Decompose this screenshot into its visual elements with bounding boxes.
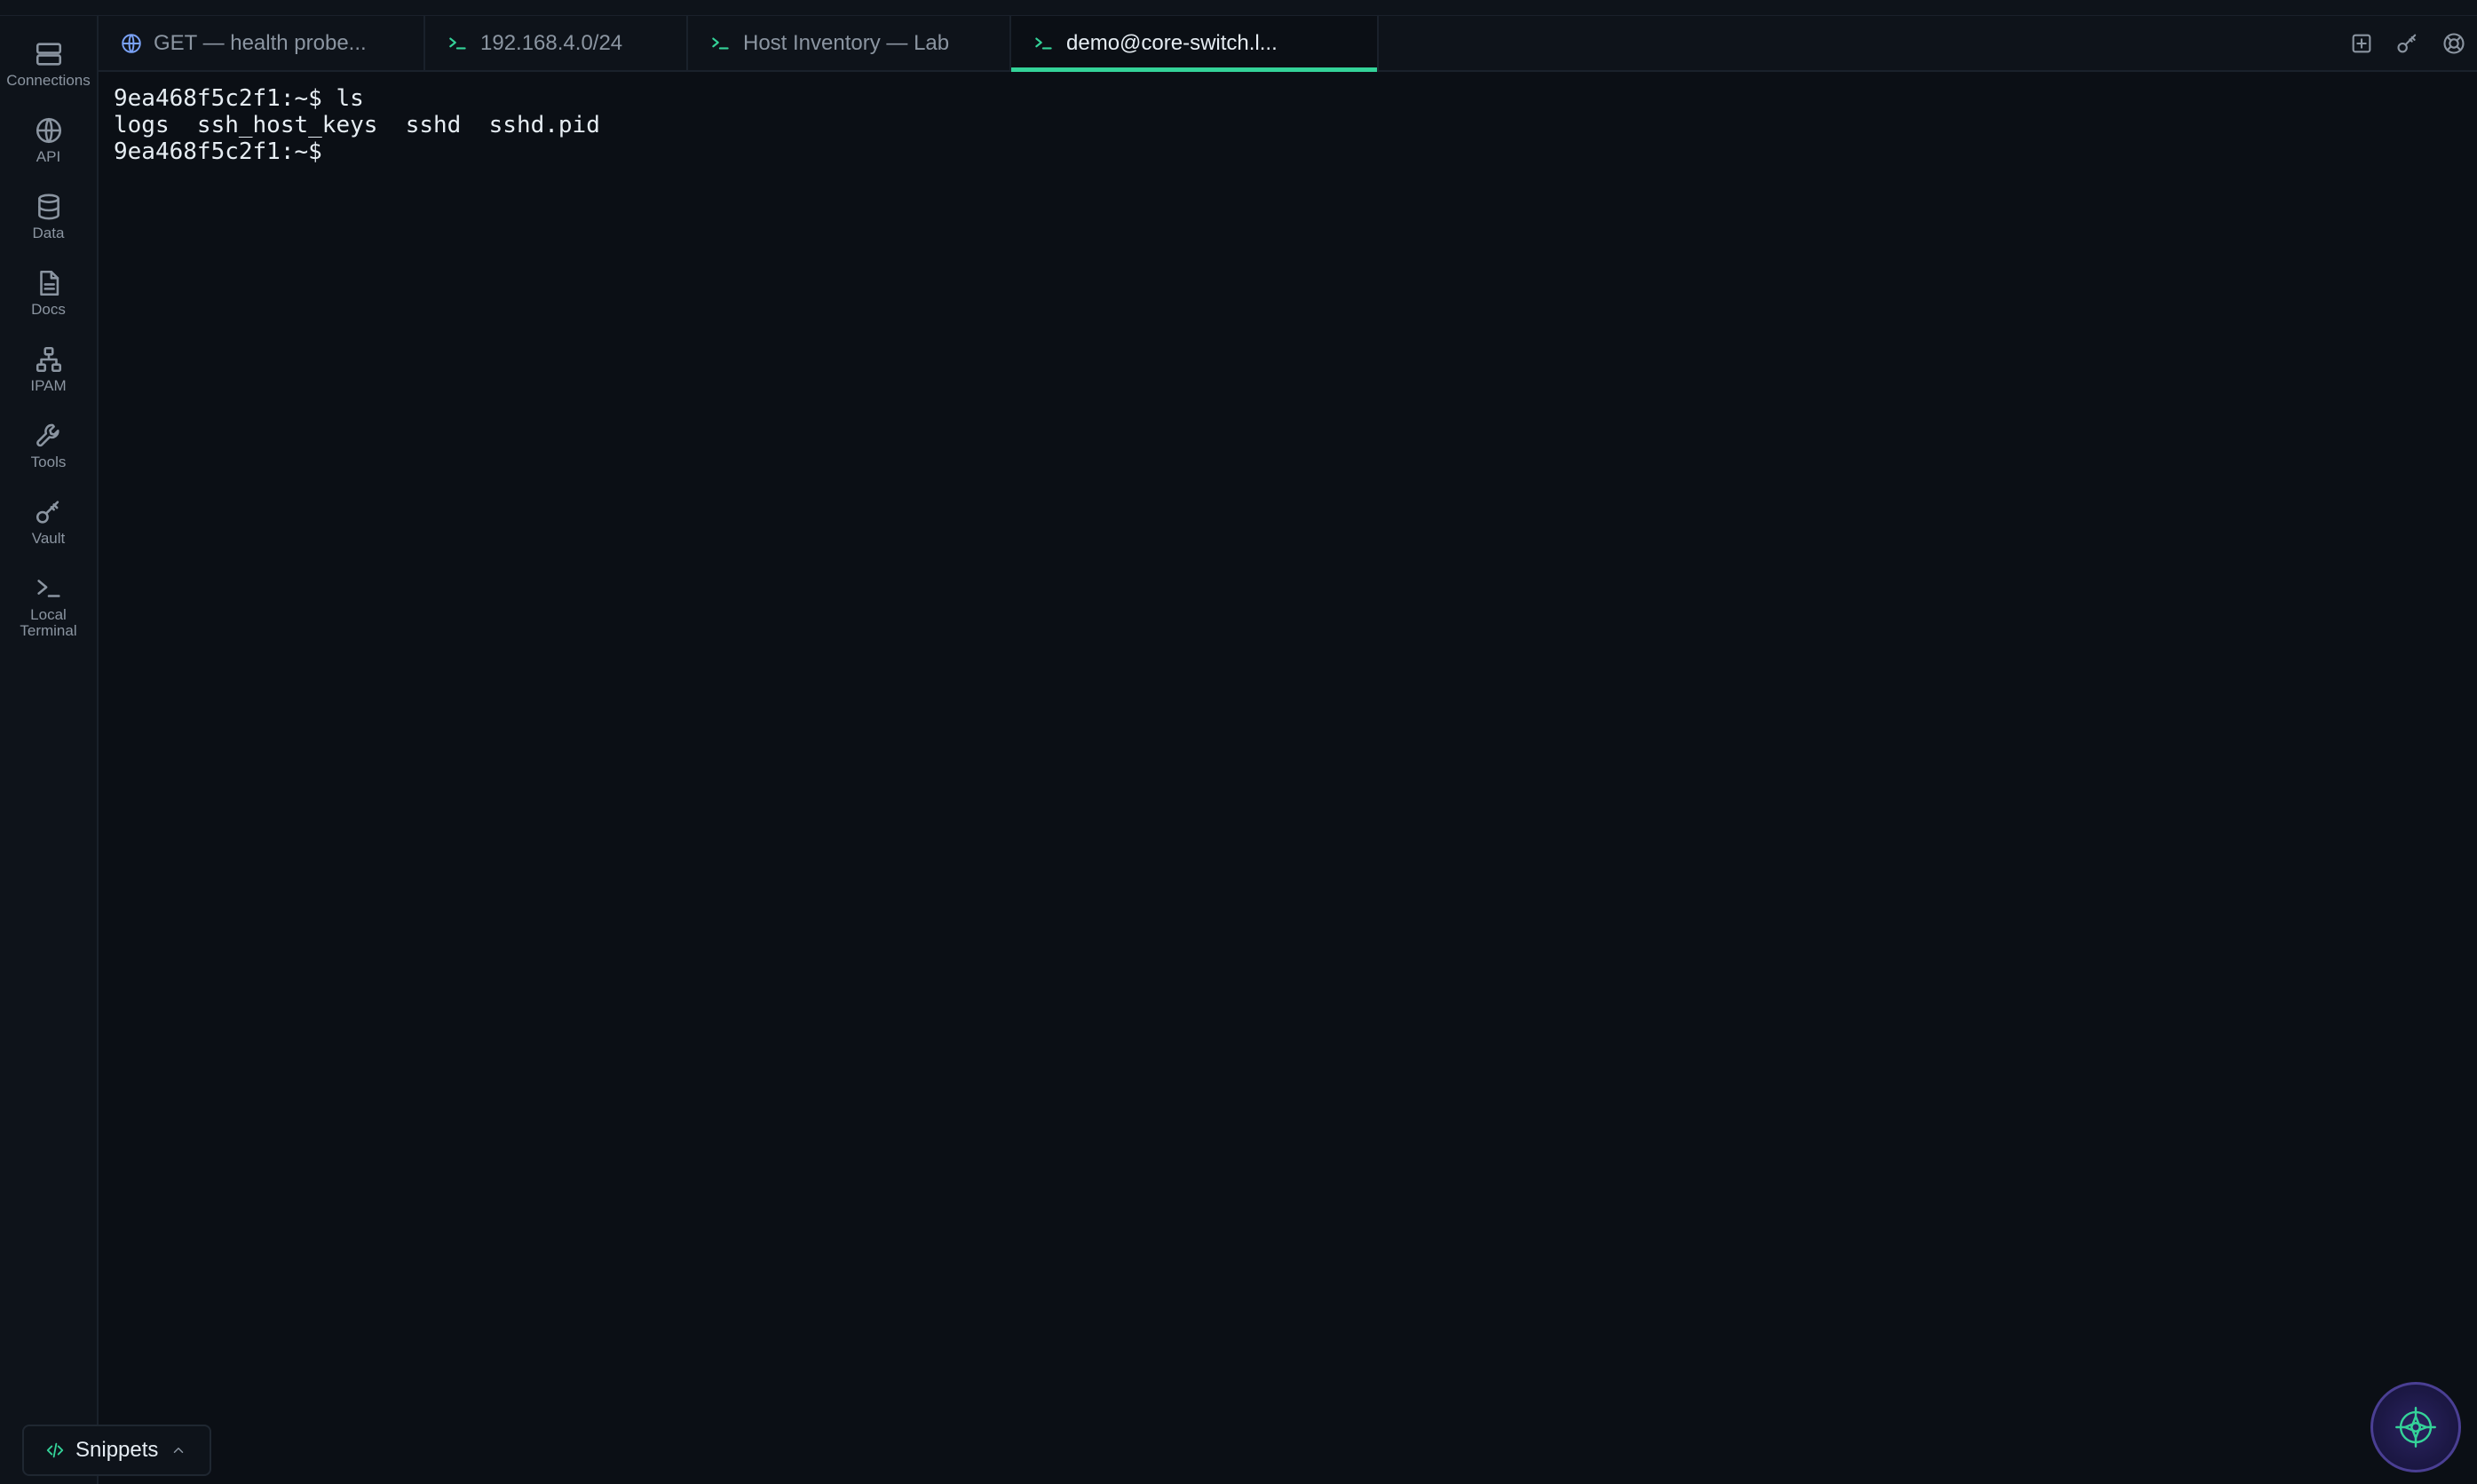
app-window: Connections API Data Docs IPAM Tools Vau… — [0, 0, 2477, 1484]
sidebar-item-label: Local Terminal — [20, 606, 77, 639]
wrench-icon — [36, 423, 59, 447]
terminal-line: logs ssh_host_keys sshd sshd.pid — [114, 112, 600, 138]
terminal-output[interactable]: 9ea468f5c2f1:~$ ls logs ssh_host_keys ss… — [114, 85, 2457, 1399]
terminal-prompt-line: 9ea468f5c2f1:~$ — [114, 138, 336, 165]
sidebar-item-label: API — [36, 148, 61, 165]
terminal-line: 9ea468f5c2f1:~$ ls — [114, 85, 364, 112]
snippets-button[interactable]: Snippets — [22, 1425, 211, 1476]
sidebar: Connections API Data Docs IPAM Tools Vau… — [0, 16, 99, 1484]
compass-icon — [2395, 1407, 2436, 1448]
sidebar-item-label: Vault — [31, 530, 66, 547]
window-top-strip — [0, 0, 2477, 16]
key-icon — [2397, 34, 2417, 52]
assistant-button[interactable] — [2370, 1382, 2461, 1472]
tab-label: 192.168.4.0/24 — [480, 30, 623, 55]
sidebar-item-vault[interactable]: Vault — [0, 497, 97, 547]
tab-label: Host Inventory — Lab — [743, 30, 950, 55]
chevron-up-icon — [174, 1448, 184, 1453]
tab-label: GET — health probe... — [154, 30, 367, 55]
tab-actions — [2347, 16, 2477, 70]
sidebar-item-label: Connections — [6, 72, 91, 89]
code-icon — [46, 1442, 64, 1458]
lifebuoy-icon — [2443, 32, 2465, 54]
snippets-label: Snippets — [75, 1438, 159, 1462]
tab-bar: GET — health probe... 192.168.4.0/24 Hos… — [99, 16, 2477, 72]
sidebar-item-ipam[interactable]: IPAM — [0, 344, 97, 394]
sidebar-item-data[interactable]: Data — [0, 192, 97, 241]
globe-icon — [36, 117, 61, 144]
tab-subnet[interactable]: 192.168.4.0/24 — [425, 16, 688, 70]
key-icon — [36, 501, 59, 524]
sidebar-item-label: Tools — [30, 454, 67, 470]
sidebar-item-connections[interactable]: Connections — [0, 39, 97, 89]
help-button[interactable] — [2440, 29, 2468, 58]
tab-host-inventory[interactable]: Host Inventory — Lab — [688, 16, 1011, 70]
sidebar-item-label: IPAM — [30, 377, 67, 394]
terminal-icon — [36, 580, 60, 597]
network-icon — [36, 346, 61, 373]
terminal-icon — [712, 37, 729, 49]
globe-icon — [122, 33, 141, 53]
keys-button[interactable] — [2394, 29, 2422, 58]
sidebar-item-label: Data — [32, 225, 65, 241]
sidebar-item-label: Docs — [31, 301, 66, 318]
tab-label: demo@core-switch.l... — [1066, 30, 1278, 55]
server-icon — [36, 43, 61, 66]
database-icon — [37, 193, 59, 220]
sidebar-item-docs[interactable]: Docs — [0, 268, 97, 318]
sidebar-item-local-terminal[interactable]: Local Terminal — [0, 573, 97, 639]
tab-core-switch[interactable]: demo@core-switch.l... — [1011, 16, 1379, 72]
terminal-icon — [449, 37, 466, 49]
new-tab-button[interactable] — [2347, 29, 2376, 58]
document-icon — [39, 270, 59, 296]
tab-health-probe[interactable]: GET — health probe... — [99, 16, 425, 70]
new-tab-icon — [2352, 34, 2371, 52]
sidebar-item-tools[interactable]: Tools — [0, 421, 97, 470]
sidebar-item-api[interactable]: API — [0, 115, 97, 165]
terminal-icon — [1035, 37, 1052, 49]
